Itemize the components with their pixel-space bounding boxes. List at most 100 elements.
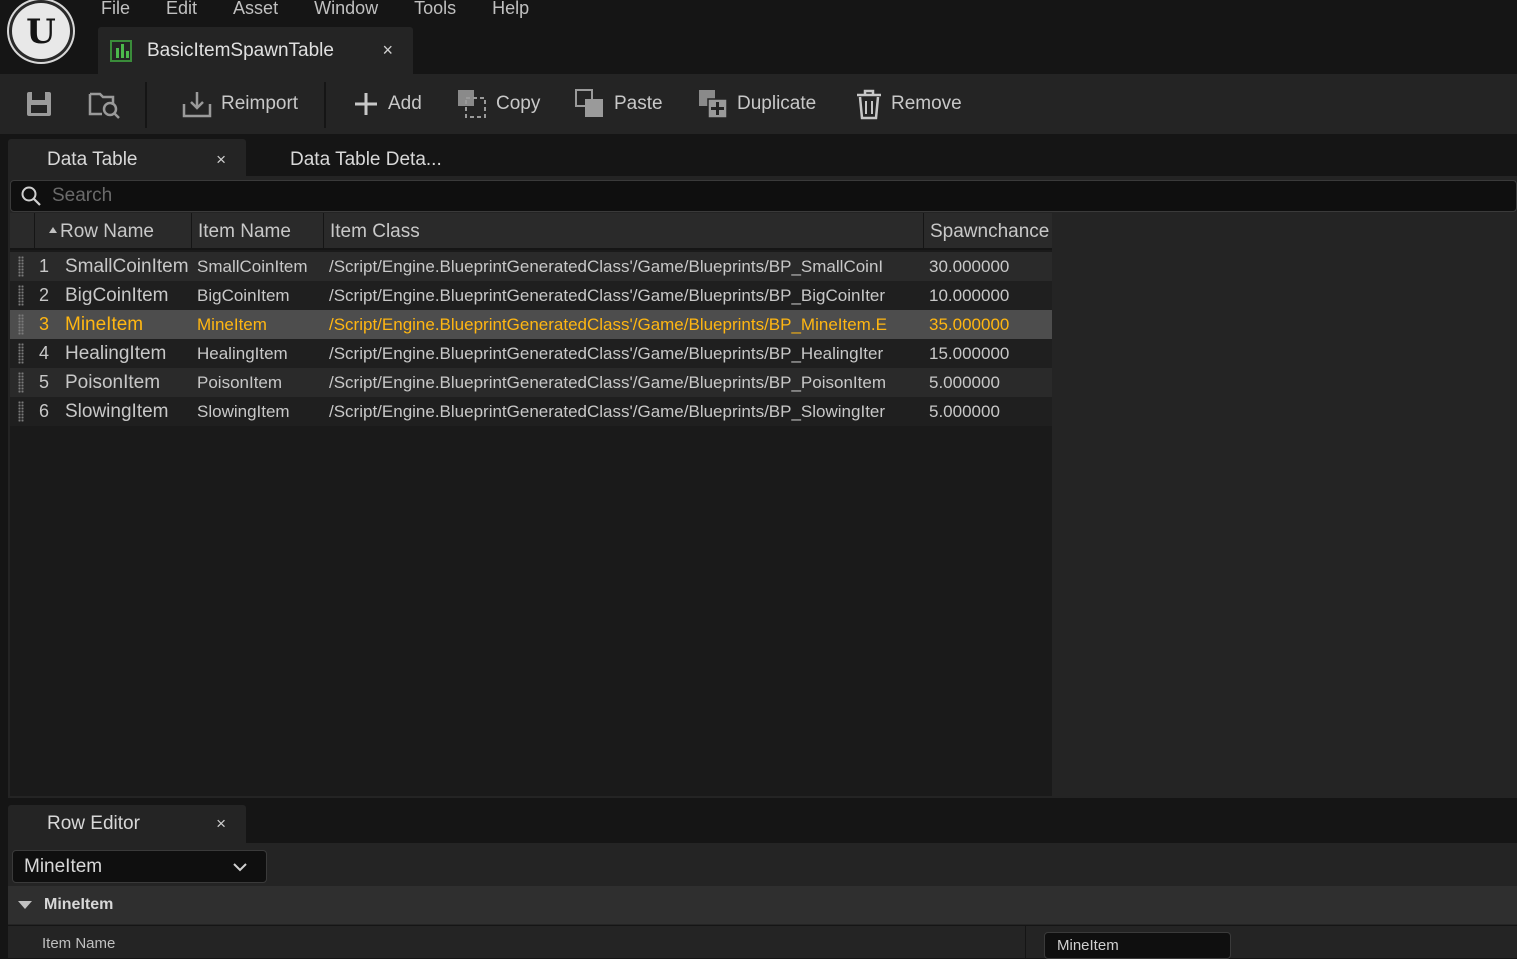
drag-handle-icon[interactable]	[18, 343, 24, 364]
row-name-cell: HealingItem	[65, 343, 167, 364]
paste-button[interactable]: Paste	[574, 74, 663, 134]
title-bar: U File Edit Asset Window Tools Help Basi…	[0, 0, 1517, 74]
table-row[interactable]: 4 HealingItem HealingItem/Script/Engine.Bl…	[10, 339, 1052, 368]
tab-row-editor-label: Row Editor	[47, 813, 140, 834]
drag-handle-icon[interactable]	[18, 314, 24, 335]
browse-button[interactable]	[88, 74, 130, 134]
header-row-name-label: Row Name	[60, 221, 154, 242]
tab-data-table-details-label: Data Table Deta...	[290, 149, 442, 170]
spawnchance-cell: 30.000000	[929, 257, 1010, 276]
data-table-grid: Row Name Item Name Item Class Spawnchanc…	[10, 213, 1052, 796]
document-tab-close-icon[interactable]: ×	[382, 40, 393, 61]
table-row[interactable]: 6 SlowingItem SlowingItem/Script/Engine.Bl…	[10, 397, 1052, 426]
trash-icon	[857, 89, 881, 120]
spawnchance-cell: 35.000000	[929, 315, 1010, 334]
row-number: 6	[39, 401, 50, 421]
item-class-cell: /Script/Engine.BlueprintGeneratedClass'/…	[329, 286, 886, 305]
duplicate-button[interactable]: Duplicate	[697, 74, 816, 134]
row-select-dropdown[interactable]: MineItem	[12, 850, 267, 883]
item-name-cell: SmallCoinItem	[197, 257, 308, 276]
menu-tools[interactable]: Tools	[414, 0, 474, 22]
menu-help[interactable]: Help	[492, 0, 547, 22]
row-number: 1	[39, 256, 50, 276]
row-name-cell: SmallCoinItem	[65, 256, 189, 277]
table-row[interactable]: 3 MineItem MineItem/Script/Engine.Blueprin…	[10, 310, 1052, 339]
copy-icon	[458, 90, 486, 118]
header-item-class[interactable]: Item Class	[323, 213, 923, 250]
header-row-name[interactable]: Row Name	[34, 213, 191, 250]
row-number: 4	[39, 343, 50, 363]
tab-data-table-label: Data Table	[47, 149, 138, 170]
item-class-cell: /Script/Engine.BlueprintGeneratedClass'/…	[329, 315, 887, 334]
drag-handle-icon[interactable]	[18, 372, 24, 393]
row-name-cell: PoisonItem	[65, 372, 161, 393]
table-row[interactable]: 2 BigCoinItem BigCoinItem/Script/Engine.Bl…	[10, 281, 1052, 310]
unreal-logo-icon[interactable]: U	[9, 0, 73, 62]
menu-file[interactable]: File	[101, 0, 148, 22]
item-class-cell: /Script/Engine.BlueprintGeneratedClass'/…	[329, 257, 884, 276]
document-tab[interactable]: BasicItemSpawnTable ×	[98, 27, 413, 74]
toolbar-separator	[324, 82, 326, 128]
copy-button[interactable]: Copy	[456, 74, 540, 134]
chevron-down-icon	[233, 862, 247, 871]
header-spawnchance[interactable]: Spawnchance	[923, 213, 1052, 250]
row-number: 2	[39, 285, 50, 305]
property-row-item-name: Item Name MineItem	[8, 925, 1517, 959]
menu-edit[interactable]: Edit	[166, 0, 215, 22]
reimport-icon	[182, 92, 212, 118]
spawnchance-cell: 15.000000	[929, 344, 1010, 363]
spawnchance-cell: 10.000000	[929, 286, 1010, 305]
spawnchance-cell: 5.000000	[929, 373, 1000, 392]
row-select-value: MineItem	[24, 855, 103, 877]
property-splitter[interactable]	[1025, 926, 1026, 959]
table-row[interactable]: 5 PoisonItem PoisonItem/Script/Engine.Blue…	[10, 368, 1052, 397]
paste-icon	[575, 89, 603, 117]
table-header: Row Name Item Name Item Class Spawnchanc…	[10, 213, 1052, 250]
data-table-icon	[110, 39, 132, 62]
item-class-cell: /Script/Engine.BlueprintGeneratedClass'/…	[329, 373, 886, 392]
remove-label: Remove	[891, 93, 962, 114]
drag-handle-icon[interactable]	[18, 401, 24, 422]
save-icon	[27, 92, 51, 116]
duplicate-icon	[699, 90, 728, 119]
tab-row-editor-close-icon[interactable]: ×	[216, 814, 226, 834]
header-grip-column	[10, 213, 34, 250]
tab-data-table[interactable]: Data Table ×	[8, 139, 246, 181]
toolbar-separator	[145, 82, 147, 128]
item-class-cell: /Script/Engine.BlueprintGeneratedClass'/…	[329, 402, 886, 421]
save-button[interactable]	[24, 74, 62, 134]
duplicate-label: Duplicate	[737, 93, 817, 114]
struct-section-header[interactable]: MineItem	[8, 886, 1517, 924]
tab-row-editor[interactable]: Row Editor ×	[8, 805, 246, 843]
reimport-label: Reimport	[221, 93, 299, 114]
browse-asset-icon	[88, 92, 120, 119]
search-box[interactable]	[10, 180, 1517, 212]
collapse-triangle-icon[interactable]	[18, 901, 32, 909]
document-tab-label: BasicItemSpawnTable	[147, 39, 334, 61]
toolbar: Reimport Add Copy Paste Duplicate Remove	[0, 74, 1517, 134]
row-name-cell: MineItem	[65, 314, 144, 335]
menu-bar: File Edit Asset Window Tools Help	[101, 0, 565, 22]
add-label: Add	[388, 93, 422, 114]
row-name-cell: BigCoinItem	[65, 285, 169, 306]
item-name-cell: MineItem	[197, 315, 267, 334]
tab-data-table-close-icon[interactable]: ×	[216, 150, 226, 170]
remove-button[interactable]: Remove	[855, 74, 962, 134]
tab-data-table-details[interactable]: Data Table Deta...	[290, 139, 442, 181]
add-button[interactable]: Add	[352, 74, 422, 134]
item-name-field[interactable]: MineItem	[1044, 932, 1231, 959]
sort-ascending-icon	[49, 226, 57, 233]
search-input[interactable]	[52, 185, 1352, 207]
item-name-cell: SlowingItem	[197, 402, 290, 421]
menu-window[interactable]: Window	[314, 0, 396, 22]
spawnchance-cell: 5.000000	[929, 402, 1000, 421]
header-item-name[interactable]: Item Name	[191, 213, 323, 250]
table-row[interactable]: 1 SmallCoinItem SmallCoinItem/Script/Engin…	[10, 252, 1052, 281]
reimport-button[interactable]: Reimport	[181, 74, 298, 134]
copy-label: Copy	[496, 93, 541, 114]
search-icon	[21, 186, 41, 206]
drag-handle-icon[interactable]	[18, 285, 24, 306]
menu-asset[interactable]: Asset	[233, 0, 296, 22]
item-name-cell: BigCoinItem	[197, 286, 290, 305]
drag-handle-icon[interactable]	[18, 256, 24, 277]
